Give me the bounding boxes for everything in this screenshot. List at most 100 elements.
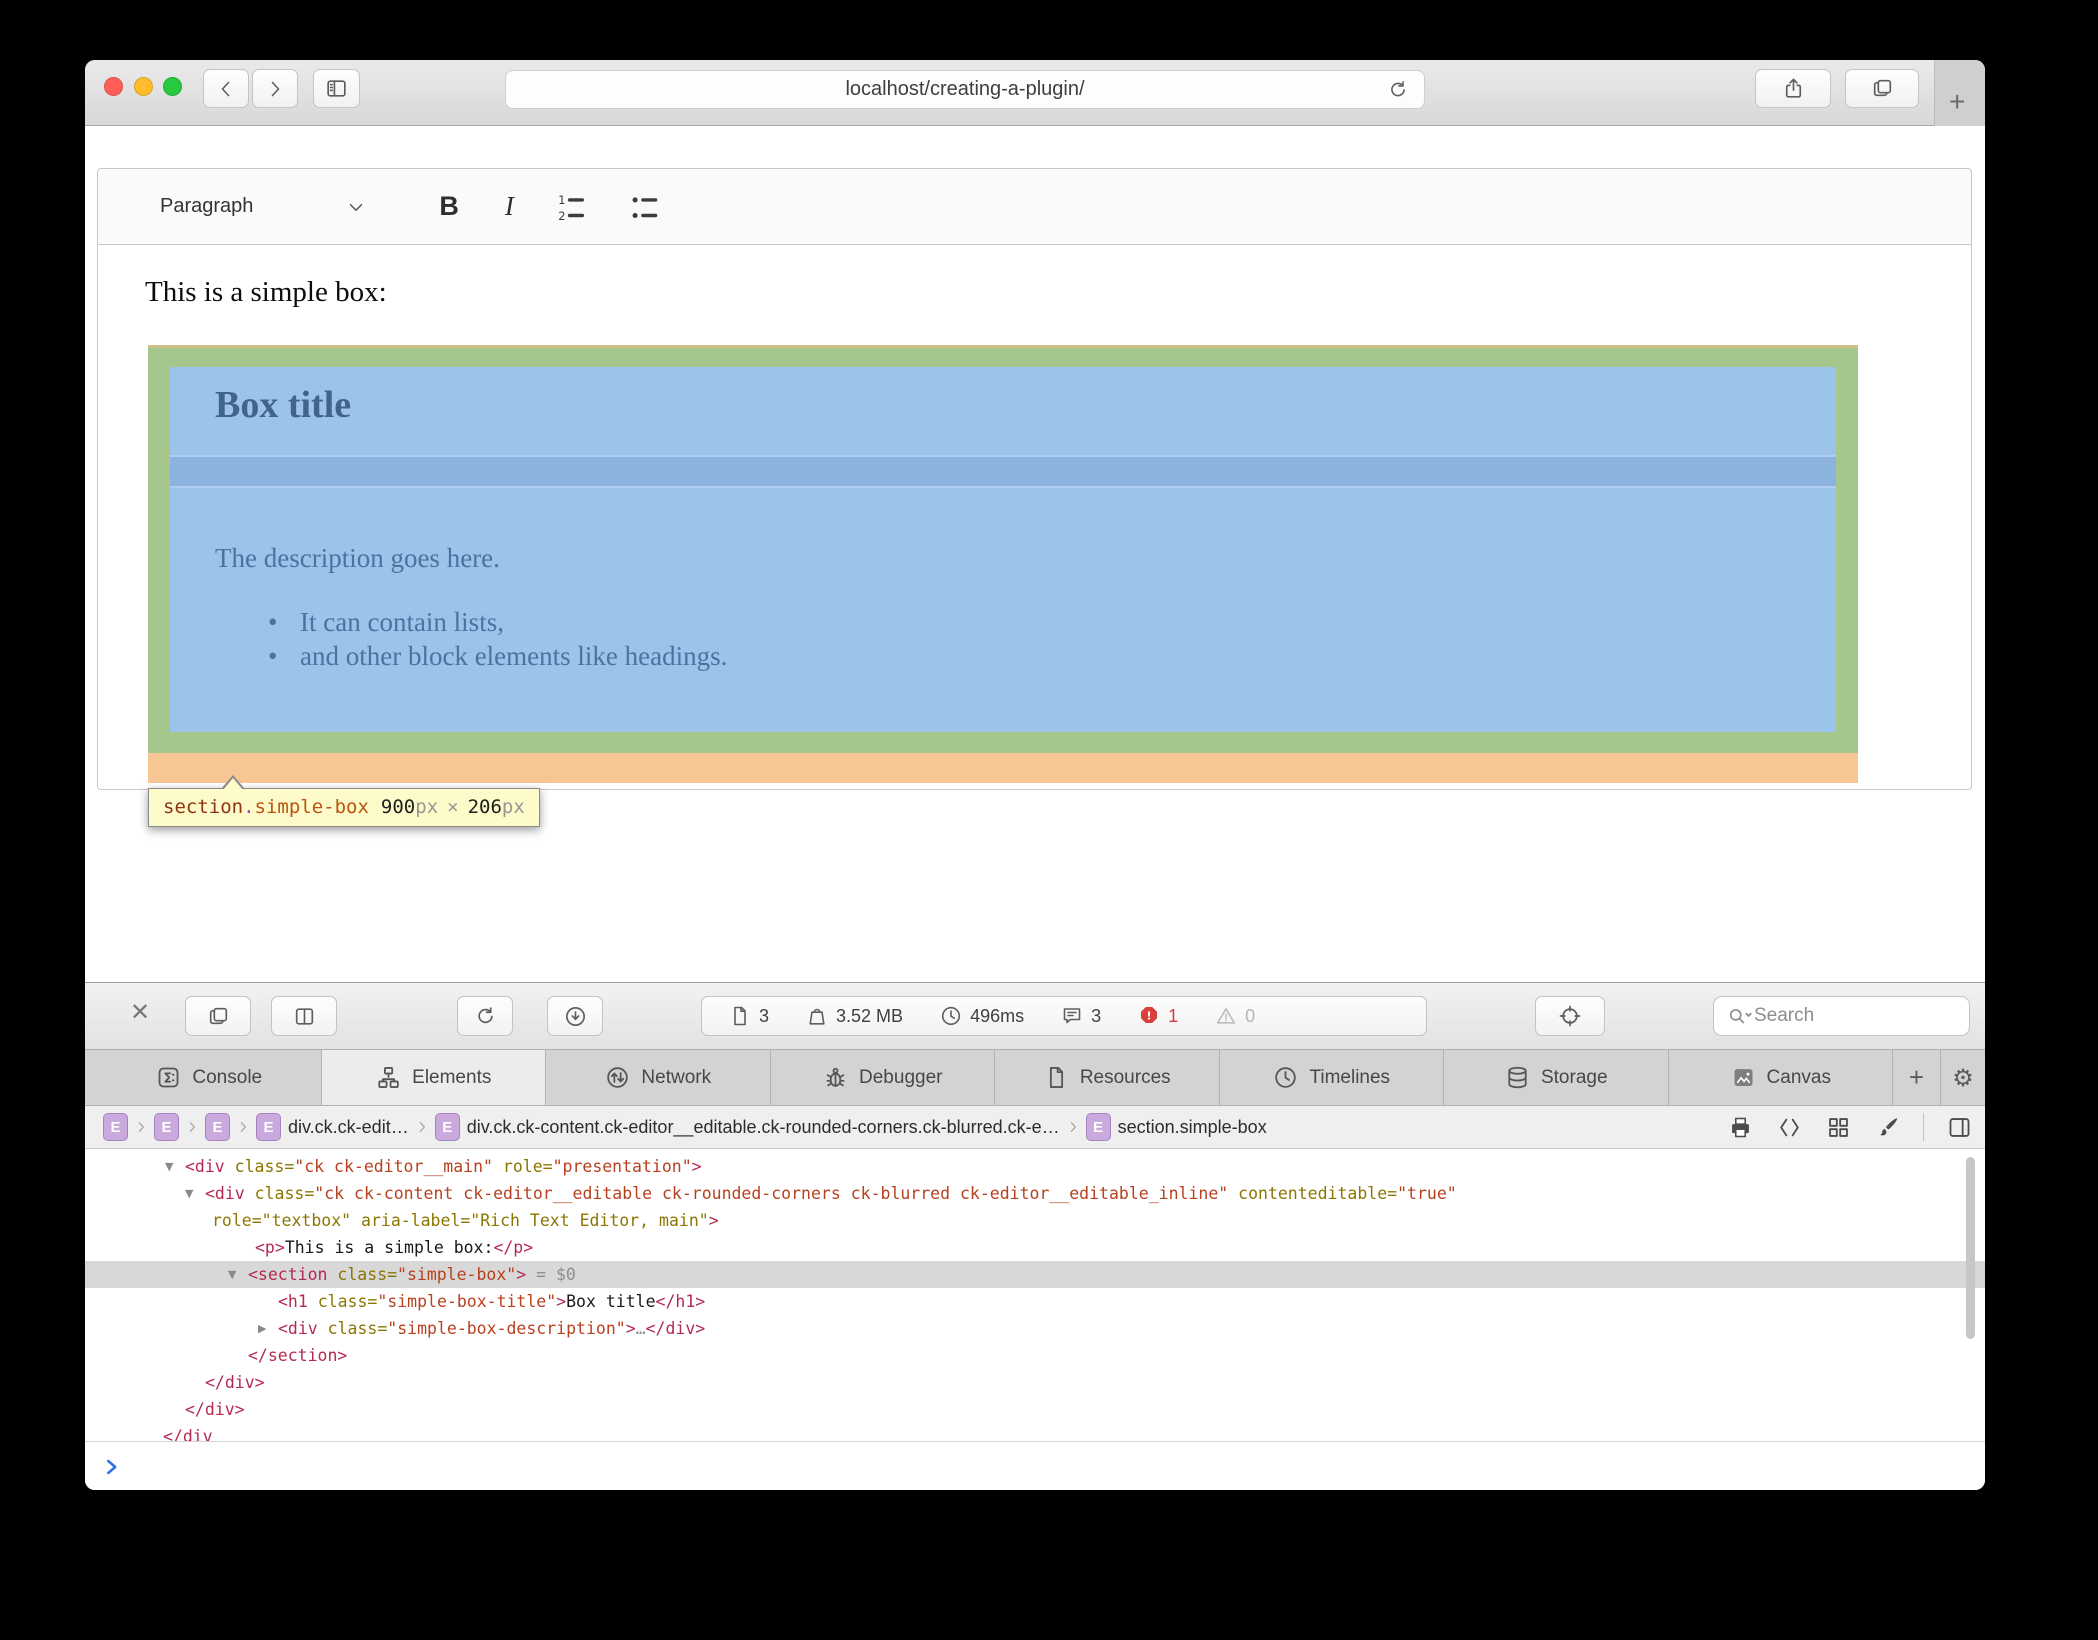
disclosure-open-icon[interactable]: ▼ (228, 1261, 236, 1288)
chevron-down-icon[interactable] (345, 196, 367, 218)
download-button[interactable] (547, 996, 603, 1036)
reload-page-button[interactable] (457, 996, 513, 1036)
element-badge: E (256, 1113, 281, 1141)
tab-elements[interactable]: Elements (322, 1050, 547, 1105)
sidebar-toggle-button[interactable] (313, 69, 360, 108)
breadcrumb-item[interactable]: Esection.simple-box (1086, 1113, 1267, 1141)
error-icon: ! (1137, 1004, 1161, 1028)
search-icon (1724, 1003, 1754, 1029)
dom-tree-row[interactable]: </div> (85, 1369, 1985, 1396)
breadcrumb-item[interactable]: E (205, 1113, 230, 1141)
bold-button[interactable]: B (439, 191, 459, 222)
dom-tree-row[interactable]: </div (85, 1423, 1985, 1441)
warning-count-badge[interactable]: 0 (1214, 1004, 1255, 1028)
weight-icon (805, 1004, 829, 1028)
forward-button[interactable] (252, 69, 298, 108)
dock-side-button[interactable] (271, 996, 337, 1036)
breadcrumb-item[interactable]: Ediv.ck.ck-edit… (256, 1113, 409, 1141)
svg-text:1: 1 (558, 193, 565, 207)
svg-text:!: ! (1147, 1010, 1152, 1023)
dom-tree-row[interactable]: ▼<div class="ck ck-editor__main" role="p… (85, 1153, 1985, 1180)
tab-console[interactable]: Console (97, 1050, 322, 1105)
disclosure-closed-icon[interactable]: ▶ (258, 1315, 266, 1342)
zoom-window-button[interactable] (163, 77, 182, 96)
console-prompt-bar[interactable] (85, 1441, 1985, 1490)
storage-icon (1504, 1064, 1531, 1091)
list-item[interactable]: •and other block elements like headings. (268, 641, 727, 672)
dom-tree-row[interactable]: role="textbox" aria-label="Rich Text Edi… (85, 1207, 1985, 1234)
italic-button[interactable]: I (505, 191, 514, 222)
tab-label: Storage (1541, 1067, 1608, 1089)
tab-canvas[interactable]: Canvas (1669, 1050, 1894, 1105)
sidebar-icon (324, 76, 349, 101)
source-code-icon[interactable] (1776, 1114, 1803, 1141)
dom-tree-row[interactable]: ▼<section class="simple-box"> = $0 (85, 1261, 1985, 1288)
chevron-right-icon (133, 1118, 149, 1136)
dom-tree-row[interactable]: </div> (85, 1396, 1985, 1423)
paragraph-dropdown[interactable]: Paragraph (160, 195, 253, 218)
tab-resources[interactable]: Resources (995, 1050, 1220, 1105)
clock-icon (939, 1004, 963, 1028)
breadcrumb-item[interactable]: E (154, 1113, 179, 1141)
back-button[interactable] (203, 69, 249, 108)
resource-count-badge[interactable]: 3 (728, 1004, 769, 1028)
breadcrumb-item[interactable]: E (103, 1113, 128, 1141)
element-size-tooltip: section.simple-box900px×206px (148, 788, 540, 827)
close-inspector-button[interactable]: ✕ (130, 1001, 150, 1025)
tab-label: Console (192, 1067, 262, 1089)
reload-icon (473, 1004, 498, 1029)
add-tab-button[interactable]: + (1893, 1050, 1941, 1105)
new-tab-strip[interactable]: + (1934, 60, 1985, 126)
resource-stats-group[interactable]: 3 3.52 MB 496ms 3 !1 0 (701, 996, 1427, 1036)
reload-icon[interactable] (1386, 78, 1410, 102)
dom-tree-row[interactable]: <h1 class="simple-box-title">Box title</… (85, 1288, 1985, 1315)
intro-paragraph[interactable]: This is a simple box: (145, 276, 387, 309)
undock-icon (206, 1004, 231, 1029)
tab-storage[interactable]: Storage (1444, 1050, 1669, 1105)
numbered-list-icon[interactable]: 12 (554, 190, 588, 224)
breadcrumb-label: div.ck.ck-edit… (288, 1117, 409, 1138)
grid-overlay-icon[interactable] (1825, 1114, 1852, 1141)
safari-window: localhost/creating-a-plugin/ + Paragraph… (85, 60, 1985, 1490)
log-count-badge[interactable]: 3 (1060, 1004, 1101, 1028)
box-description[interactable]: The description goes here. (215, 543, 500, 574)
box-title[interactable]: Box title (215, 383, 351, 427)
share-button[interactable] (1755, 69, 1831, 108)
dom-tree-row[interactable]: ▼<div class="ck ck-content ck-editor__ed… (85, 1180, 1985, 1207)
browser-toolbar: localhost/creating-a-plugin/ + (85, 60, 1985, 126)
details-sidebar-icon[interactable] (1946, 1114, 1973, 1141)
styles-brush-icon[interactable] (1874, 1114, 1901, 1141)
highlight-margin-overlay (148, 753, 1858, 783)
search-input[interactable] (1754, 1005, 1944, 1027)
settings-gear-icon[interactable]: ⚙ (1941, 1050, 1985, 1105)
tab-overview-button[interactable] (1845, 69, 1919, 108)
inspector-search-field[interactable] (1713, 996, 1970, 1036)
dom-tree-row[interactable]: <p>This is a simple box:</p> (85, 1234, 1985, 1261)
disclosure-open-icon[interactable]: ▼ (165, 1153, 173, 1180)
breadcrumb-item[interactable]: Ediv.ck.ck-content.ck-editor__editable.c… (435, 1113, 1060, 1141)
chevron-right-icon (235, 1118, 251, 1136)
chevron-right-icon (263, 77, 287, 101)
close-window-button[interactable] (104, 77, 123, 96)
element-picker-button[interactable] (1535, 996, 1605, 1036)
transfer-size-badge[interactable]: 3.52 MB (805, 1004, 903, 1028)
list-item[interactable]: •It can contain lists, (268, 607, 504, 638)
tab-network[interactable]: Network (546, 1050, 771, 1105)
tooltip-arrow (221, 775, 245, 789)
highlight-content-overlay: Box title The description goes here. •It… (170, 367, 1836, 732)
load-time-badge[interactable]: 496ms (939, 1004, 1024, 1028)
scrollbar-thumb[interactable] (1966, 1157, 1975, 1339)
dom-tree-row[interactable]: ▶<div class="simple-box-description">…</… (85, 1315, 1985, 1342)
address-bar[interactable]: localhost/creating-a-plugin/ (505, 70, 1425, 109)
minimize-window-button[interactable] (134, 77, 153, 96)
print-styles-icon[interactable] (1727, 1114, 1754, 1141)
bulleted-list-icon[interactable] (628, 190, 662, 224)
error-count-badge[interactable]: !1 (1137, 1004, 1178, 1028)
dom-tree-row[interactable]: </section> (85, 1342, 1985, 1369)
tab-label: Timelines (1309, 1067, 1390, 1089)
highlight-margin-band (170, 455, 1836, 488)
disclosure-open-icon[interactable]: ▼ (185, 1180, 193, 1207)
detach-inspector-button[interactable] (185, 996, 251, 1036)
tab-timelines[interactable]: Timelines (1220, 1050, 1445, 1105)
tab-debugger[interactable]: Debugger (771, 1050, 996, 1105)
